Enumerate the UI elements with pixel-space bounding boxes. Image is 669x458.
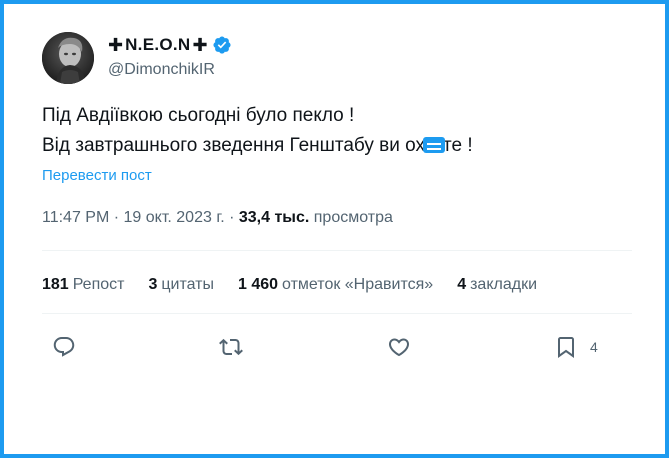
divider-top	[42, 250, 632, 251]
bookmarks-count: 4	[457, 276, 467, 293]
tweet-date[interactable]: 19 окт. 2023 г.	[124, 209, 225, 226]
tweet-meta: 11:47 PM · 19 окт. 2023 г. · 33,4 тыс. п…	[42, 207, 393, 229]
quotes-label: цитаты	[161, 276, 214, 293]
tweet-text: Під Авдіївкою сьогодні було пекло ! Від …	[42, 101, 473, 161]
bookmarks-label: закладки	[470, 276, 538, 293]
speech-bubble-emoji-icon	[423, 136, 446, 153]
tweet-line-1: Під Авдіївкою сьогодні було пекло !	[42, 105, 355, 126]
tweet-line-2: Від завтрашнього зведення Генштабу ви ох…	[42, 131, 473, 161]
avatar[interactable]	[42, 32, 94, 84]
user-handle[interactable]: @DimonchikIR	[108, 60, 215, 80]
bookmark-icon	[558, 337, 574, 358]
like-button[interactable]	[387, 332, 411, 362]
likes-stat[interactable]: 1 460 отметок «Нравится»	[238, 274, 433, 296]
repost-button[interactable]	[219, 332, 243, 362]
user-avatar-photo	[42, 32, 94, 84]
verified-badge-icon[interactable]	[212, 35, 232, 55]
quotes-stat[interactable]: 3 цитаты	[148, 274, 214, 296]
meta-separator: ·	[109, 209, 124, 226]
bookmark-count: 4	[590, 339, 598, 355]
display-name-row[interactable]: ✚ N.E.O.N ✚	[108, 34, 232, 56]
reply-button[interactable]	[52, 332, 76, 362]
tweet-line-2-start: Від завтрашнього зведення Генштабу ви ох	[42, 135, 426, 156]
engagement-stats: 181 Репост 3 цитаты 1 460 отметок «Нравится…	[42, 274, 561, 296]
divider-middle	[42, 313, 632, 314]
meta-separator: ·	[224, 209, 239, 226]
views-label: просмотра	[313, 209, 393, 226]
reposts-count: 181	[42, 276, 69, 293]
translate-post-link[interactable]: Перевести пост	[42, 166, 152, 186]
repost-icon	[219, 338, 243, 356]
reposts-label: Репост	[72, 276, 125, 293]
tweet-card: ✚ N.E.O.N ✚ @DimonchikIR Під Авдіївкою с…	[4, 4, 665, 454]
heart-icon	[388, 338, 410, 357]
reposts-stat[interactable]: 181 Репост	[42, 274, 124, 296]
likes-label: отметок «Нравится»	[282, 276, 434, 293]
display-name[interactable]: N.E.O.N	[125, 34, 190, 56]
tweet-actions: 4	[42, 332, 632, 362]
cross-right-icon: ✚	[192, 35, 208, 55]
reply-icon	[53, 337, 75, 357]
bookmarks-stat[interactable]: 4 закладки	[457, 274, 537, 296]
cross-left-icon: ✚	[108, 35, 124, 55]
bookmark-button[interactable]: 4	[554, 332, 598, 362]
views-count: 33,4 тыс.	[238, 209, 310, 226]
tweet-line-2-end: те !	[443, 135, 473, 156]
likes-count: 1 460	[238, 276, 279, 293]
quotes-count: 3	[148, 276, 158, 293]
tweet-time[interactable]: 11:47 PM	[42, 209, 109, 226]
